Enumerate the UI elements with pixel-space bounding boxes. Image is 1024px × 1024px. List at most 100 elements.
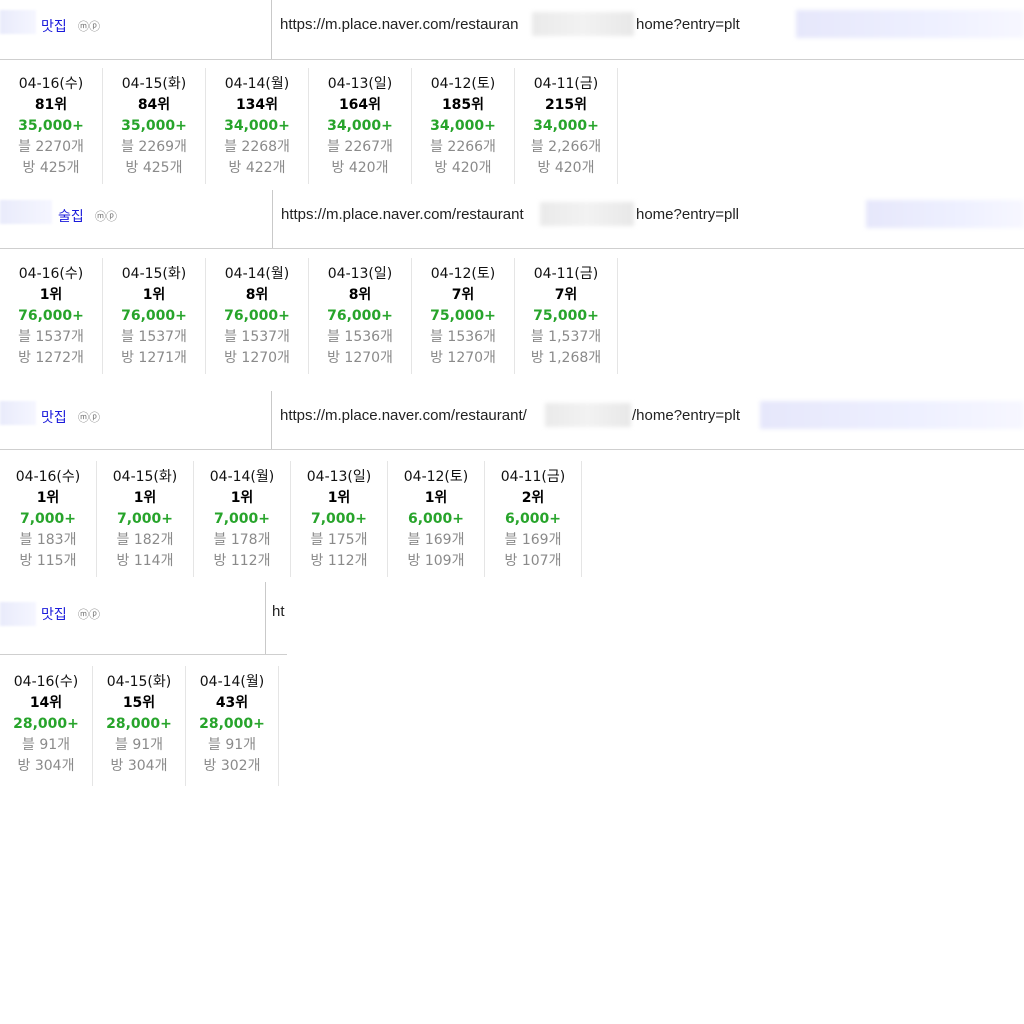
- keyword-link[interactable]: 술집: [58, 206, 84, 226]
- blog-count: 블 1,537개: [530, 329, 602, 345]
- date-label: 04-15(화): [121, 266, 187, 282]
- daily-stats: 04-16(수) 1위 7,000+ 블 183개 방 115개 04-15(화…: [0, 461, 582, 577]
- daily-stats: 04-16(수) 1위 76,000+ 블 1537개 방 1272개 04-1…: [0, 258, 618, 374]
- day-column: 04-14(월) 1위 7,000+ 블 178개 방 112개: [194, 461, 291, 577]
- date-label: 04-15(화): [121, 76, 187, 92]
- visitor-count: 방 1271개: [121, 350, 187, 366]
- rank-value: 1위: [39, 287, 63, 303]
- visitor-count: 방 304개: [110, 758, 168, 774]
- visitor-count: 방 1,268개: [530, 350, 602, 366]
- date-label: 04-12(토): [403, 469, 469, 485]
- rank-entry-1: 맛집 ⓜⓟ https://m.place.naver.com/restaura…: [0, 0, 1024, 184]
- visitor-count: 방 425개: [22, 160, 80, 176]
- visitor-count: 방 1270개: [224, 350, 290, 366]
- column-divider: [271, 391, 272, 450]
- date-label: 04-12(토): [430, 266, 496, 282]
- rank-value: 1위: [327, 490, 351, 506]
- column-divider: [272, 190, 273, 248]
- date-label: 04-13(일): [327, 266, 393, 282]
- count-value: 76,000+: [18, 308, 84, 324]
- blog-count: 블 182개: [116, 532, 174, 548]
- visitor-count: 방 302개: [203, 758, 261, 774]
- count-value: 34,000+: [224, 118, 290, 134]
- daily-stats: 04-16(수) 14위 28,000+ 블 91개 방 304개 04-15(…: [0, 666, 279, 786]
- keyword-link[interactable]: 맛집: [41, 604, 67, 624]
- day-column: 04-15(화) 1위 76,000+ 블 1537개 방 1271개: [103, 258, 206, 374]
- place-url-suffix[interactable]: /home?entry=plt: [632, 407, 740, 424]
- map-place-badges-icon[interactable]: ⓜⓟ: [78, 409, 100, 425]
- place-url-prefix[interactable]: https://m.place.naver.com/restauran: [280, 16, 518, 33]
- map-place-badges-icon[interactable]: ⓜⓟ: [95, 208, 117, 224]
- count-value: 75,000+: [533, 308, 599, 324]
- visitor-count: 방 1272개: [18, 350, 84, 366]
- day-column: 04-13(일) 1위 7,000+ 블 175개 방 112개: [291, 461, 388, 577]
- redacted-url-segment: [540, 202, 634, 226]
- row-divider: [0, 654, 287, 655]
- blog-count: 블 91개: [114, 737, 164, 753]
- blog-count: 블 2,266개: [530, 139, 602, 155]
- blog-count: 블 2266개: [430, 139, 496, 155]
- count-value: 6,000+: [407, 511, 464, 527]
- day-column: 04-11(금) 7위 75,000+ 블 1,537개 방 1,268개: [515, 258, 618, 374]
- rank-value: 7위: [554, 287, 578, 303]
- day-column: 04-15(화) 84위 35,000+ 블 2269개 방 425개: [103, 68, 206, 184]
- date-label: 04-16(수): [13, 674, 79, 690]
- day-column: 04-12(토) 185위 34,000+ 블 2266개 방 420개: [412, 68, 515, 184]
- date-label: 04-11(금): [500, 469, 566, 485]
- blog-count: 블 1536개: [327, 329, 393, 345]
- day-column: 04-16(수) 14위 28,000+ 블 91개 방 304개: [0, 666, 93, 786]
- visitor-count: 방 107개: [504, 553, 562, 569]
- blog-count: 블 91개: [207, 737, 257, 753]
- keyword-link[interactable]: 맛집: [41, 407, 67, 427]
- redacted-name: [0, 602, 36, 626]
- rank-value: 1위: [133, 490, 157, 506]
- count-value: 76,000+: [121, 308, 187, 324]
- rank-value: 134위: [235, 97, 279, 113]
- place-url-prefix[interactable]: https://m.place.naver.com/restaurant/: [280, 407, 527, 424]
- blog-count: 블 2267개: [327, 139, 393, 155]
- blog-count: 블 175개: [310, 532, 368, 548]
- blog-count: 블 1537개: [121, 329, 187, 345]
- count-value: 35,000+: [18, 118, 84, 134]
- rank-value: 7위: [451, 287, 475, 303]
- blog-count: 블 1537개: [18, 329, 84, 345]
- visitor-count: 방 425개: [125, 160, 183, 176]
- rank-value: 8위: [348, 287, 372, 303]
- count-value: 7,000+: [116, 511, 173, 527]
- count-value: 76,000+: [224, 308, 290, 324]
- day-column: 04-16(수) 1위 76,000+ 블 1537개 방 1272개: [0, 258, 103, 374]
- redacted-extra: [866, 200, 1024, 228]
- place-url-suffix[interactable]: home?entry=pll: [636, 206, 739, 223]
- keyword-link[interactable]: 맛집: [41, 16, 67, 36]
- rank-value: 1위: [36, 490, 60, 506]
- count-value: 28,000+: [106, 716, 172, 732]
- visitor-count: 방 114개: [116, 553, 174, 569]
- place-url-prefix[interactable]: ht: [272, 603, 285, 620]
- place-url-prefix[interactable]: https://m.place.naver.com/restaurant: [281, 206, 524, 223]
- date-label: 04-14(월): [224, 76, 290, 92]
- redacted-url-segment: [545, 403, 631, 427]
- visitor-count: 방 112개: [310, 553, 368, 569]
- map-place-badges-icon[interactable]: ⓜⓟ: [78, 18, 100, 34]
- day-column: 04-14(월) 134위 34,000+ 블 2268개 방 422개: [206, 68, 309, 184]
- blog-count: 블 183개: [19, 532, 77, 548]
- date-label: 04-16(수): [18, 76, 84, 92]
- day-column: 04-12(토) 7위 75,000+ 블 1536개 방 1270개: [412, 258, 515, 374]
- place-url-suffix[interactable]: home?entry=plt: [636, 16, 740, 33]
- day-column: 04-16(수) 1위 7,000+ 블 183개 방 115개: [0, 461, 97, 577]
- rank-entry-4: 맛집 ⓜⓟ ht 04-16(수) 14위 28,000+ 블 91개 방 30…: [0, 582, 300, 792]
- blog-count: 블 178개: [213, 532, 271, 548]
- rank-value: 164위: [338, 97, 382, 113]
- rank-entry-3: 맛집 ⓜⓟ https://m.place.naver.com/restaura…: [0, 391, 1024, 577]
- rank-value: 2위: [521, 490, 545, 506]
- redacted-name: [0, 10, 36, 34]
- day-column: 04-14(월) 8위 76,000+ 블 1537개 방 1270개: [206, 258, 309, 374]
- rank-value: 185위: [441, 97, 485, 113]
- day-column: 04-16(수) 81위 35,000+ 블 2270개 방 425개: [0, 68, 103, 184]
- visitor-count: 방 1270개: [327, 350, 393, 366]
- map-place-badges-icon[interactable]: ⓜⓟ: [78, 606, 100, 622]
- date-label: 04-14(월): [209, 469, 275, 485]
- rank-value: 215위: [544, 97, 588, 113]
- visitor-count: 방 112개: [213, 553, 271, 569]
- blog-count: 블 2269개: [121, 139, 187, 155]
